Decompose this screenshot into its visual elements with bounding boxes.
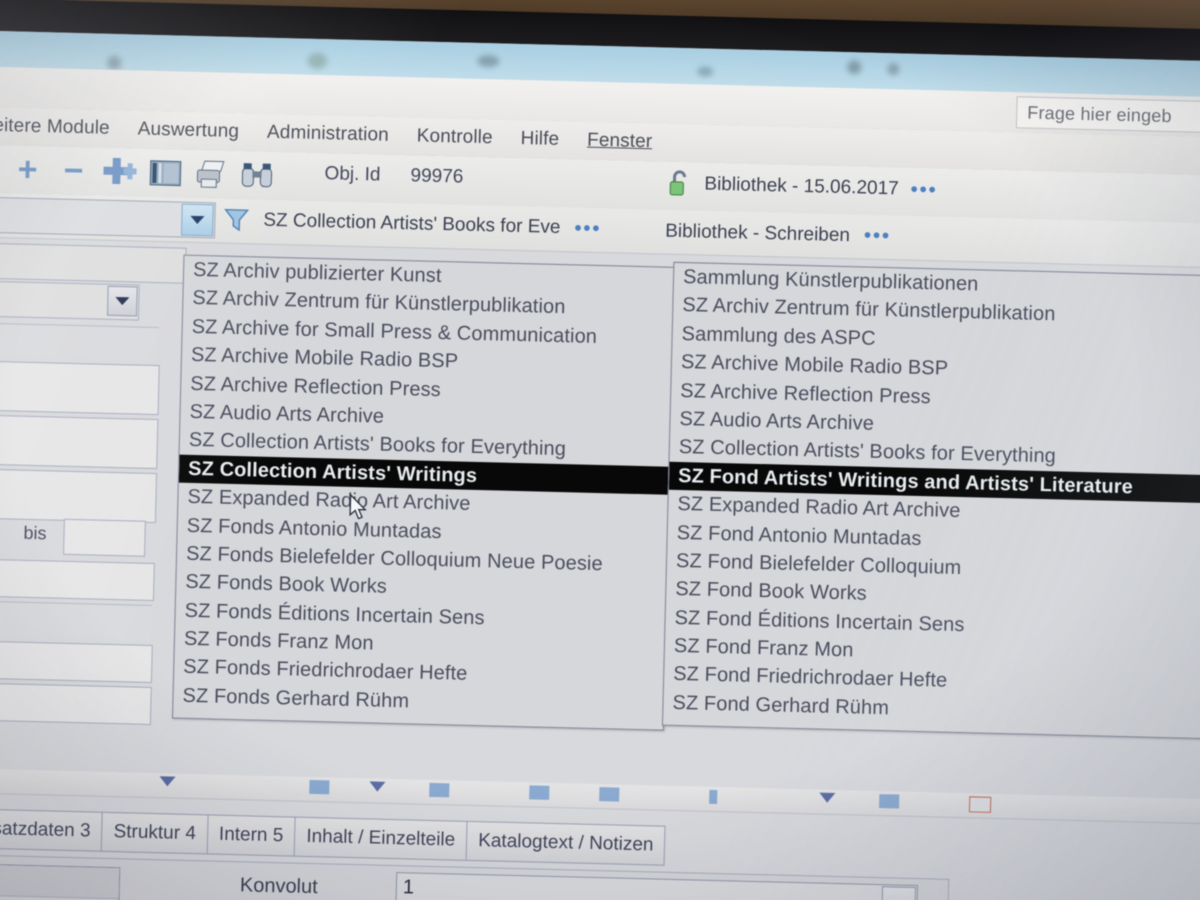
range-bis-text: bis (23, 522, 47, 544)
collection-dropdown-right[interactable]: Sammlung Künstlerpublikationen SZ Archiv… (661, 261, 1200, 740)
library-status-row: Bibliothek - 15.06.2017 ••• (666, 170, 938, 205)
plus-glyph: + (17, 150, 38, 190)
search-field-5[interactable] (0, 412, 159, 470)
menu-item-kontrolle[interactable]: Kontrolle (403, 125, 507, 150)
filmstrip-icon[interactable] (144, 153, 187, 194)
chevron-down-icon (115, 296, 130, 306)
range-bis-label: bis (23, 523, 47, 545)
tab-label: Katalogtext / Notizen (477, 830, 654, 856)
padlock-open-icon[interactable] (666, 170, 693, 199)
obj-id-value: 99976 (410, 165, 464, 188)
search-field-1[interactable] (0, 240, 187, 284)
mini-tool-4-icon[interactable] (599, 787, 620, 802)
search-field-10[interactable] (0, 680, 152, 725)
printer-icon[interactable] (190, 154, 233, 195)
menu-label: Weitere Module (0, 114, 110, 139)
mini-tool-1-icon[interactable] (309, 779, 330, 795)
tab-inhalt-einzelteile[interactable]: Inhalt / Einzelteile (293, 816, 467, 861)
konvolut-label: Konvolut (240, 874, 318, 899)
konvolut-value: 1 (402, 876, 415, 899)
mini-tool-6-icon[interactable] (879, 794, 900, 809)
obj-id-display: Obj. Id 99976 (324, 163, 463, 188)
module-combo[interactable] (0, 195, 216, 239)
collection-dropdown-left[interactable]: SZ Archiv publizierter Kunst SZ Archiv Z… (172, 254, 676, 731)
printer-glyph (196, 160, 225, 188)
search-field-6[interactable] (0, 466, 158, 524)
konvolut-label-text: Konvolut (239, 874, 318, 899)
question-search-placeholder: Frage hier eingeb (1027, 102, 1172, 126)
library-write-menu-dots[interactable]: ••• (864, 225, 892, 249)
module-combo-arrow[interactable] (180, 203, 214, 237)
dash-icon[interactable]: – (0, 148, 3, 189)
search-field-9[interactable] (0, 638, 153, 684)
application-window: Frage hier eingeb Weitere Module Auswert… (0, 65, 1200, 900)
tab-zusatzdaten-3[interactable]: Zusatzdaten 3 (0, 808, 103, 852)
mini-tool-3-icon[interactable] (529, 785, 550, 800)
funnel-icon[interactable] (223, 207, 250, 234)
tab-label: Struktur 4 (113, 821, 197, 845)
tab-intern-5[interactable]: Intern 5 (206, 814, 295, 857)
search-field-3[interactable] (0, 320, 159, 361)
mini-chevron-3-icon[interactable] (819, 792, 836, 803)
mini-tool-delete-icon[interactable] (968, 796, 992, 813)
plus-add-icon[interactable] (98, 152, 141, 193)
plus-icon[interactable]: + (6, 149, 49, 190)
mini-tool-5-icon[interactable] (709, 789, 718, 805)
menu-item-hilfe[interactable]: Hilfe (506, 128, 573, 152)
chevron-down-icon (190, 215, 205, 225)
obj-id-label: Obj. Id (324, 163, 381, 186)
library-write-label: Bibliothek - Schreiben (664, 220, 851, 246)
minus-glyph: − (63, 151, 84, 191)
plus-add-glyph (103, 157, 137, 185)
masse-list-header: aß (0, 861, 120, 900)
filmstrip-glyph (149, 160, 182, 187)
binoculars-glyph (241, 163, 273, 188)
screen-area: Frage hier eingeb Weitere Module Auswert… (0, 30, 1200, 900)
library-date-menu-dots[interactable]: ••• (910, 178, 938, 202)
search-field-2[interactable] (0, 278, 140, 321)
search-field-7[interactable] (0, 556, 155, 602)
active-filter-label: SZ Collection Artists' Books for Eve (263, 209, 561, 238)
photographed-monitor: Frage hier eingeb Weitere Module Auswert… (0, 0, 1200, 900)
menu-label: Administration (266, 121, 390, 146)
minus-icon[interactable]: − (52, 150, 95, 191)
menu-label: Kontrolle (416, 125, 493, 149)
mouse-cursor (349, 493, 367, 520)
mini-tool-2-icon[interactable] (429, 782, 450, 798)
library-write-row: Bibliothek - Schreiben ••• (665, 220, 891, 249)
tab-struktur-4[interactable]: Struktur 4 (101, 811, 208, 855)
active-filter-row: SZ Collection Artists' Books for Eve ••• (223, 207, 602, 242)
range-to-input[interactable] (63, 518, 146, 557)
tab-label: Intern 5 (218, 823, 284, 847)
menu-label: Fenster (586, 129, 653, 153)
search-field-4[interactable] (0, 358, 160, 416)
konvolut-dropdown-button[interactable] (880, 886, 917, 900)
konvolut-input[interactable]: 1 (394, 872, 919, 900)
mini-chevron-icon[interactable] (159, 776, 176, 787)
menu-item-administration[interactable]: Administration (253, 121, 403, 147)
tab-label: Zusatzdaten 3 (0, 817, 91, 842)
search-field-8[interactable] (0, 598, 152, 640)
active-filter-menu-dots[interactable]: ••• (574, 217, 602, 241)
menu-item-fenster[interactable]: Fenster (573, 129, 667, 153)
menu-item-auswertung[interactable]: Auswertung (123, 118, 253, 143)
mini-chevron-2-icon[interactable] (369, 781, 386, 792)
binoculars-icon[interactable] (236, 155, 279, 196)
menu-label: Hilfe (520, 127, 560, 150)
library-date-label: Bibliothek - 15.06.2017 (704, 173, 899, 200)
tab-katalogtext-notizen[interactable]: Katalogtext / Notizen (465, 820, 666, 866)
menu-label: Auswertung (137, 118, 240, 142)
question-search-input[interactable]: Frage hier eingeb (1015, 96, 1200, 134)
menu-item-weitere-module[interactable]: Weitere Module (0, 114, 124, 140)
search-field-2-arrow[interactable] (106, 285, 138, 317)
tab-label: Inhalt / Einzelteile (306, 825, 456, 851)
masse-list-box[interactable]: aß (0, 860, 121, 900)
